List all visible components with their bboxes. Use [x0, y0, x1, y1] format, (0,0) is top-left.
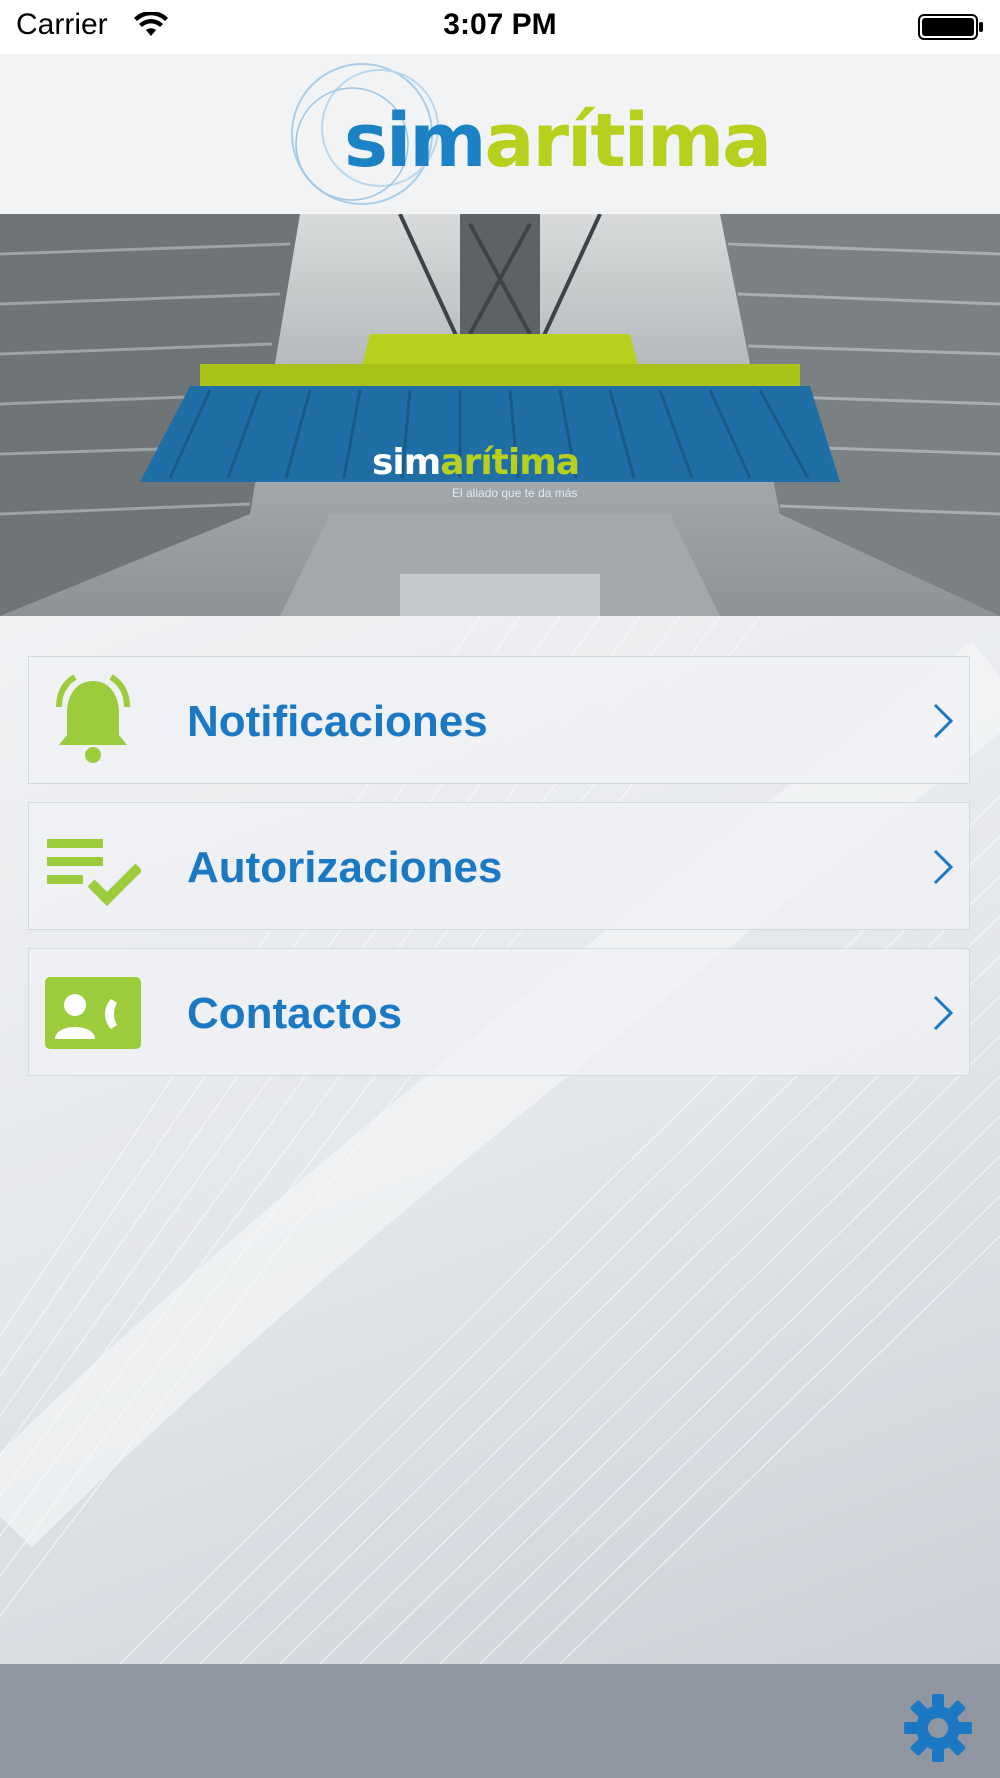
logo-wordmark: simarítima	[344, 98, 772, 184]
menu-item-contactos[interactable]: Contactos	[28, 948, 970, 1076]
hero-image: simarítima El aliado que te da más	[0, 214, 1000, 616]
status-bar: Carrier 3:07 PM	[0, 0, 1000, 54]
chevron-right-icon	[933, 703, 954, 739]
battery-icon	[918, 14, 983, 40]
checklist-icon	[47, 839, 141, 907]
chevron-right-icon	[933, 995, 954, 1031]
menu-item-label: Contactos	[187, 989, 403, 1038]
chevron-right-icon	[933, 849, 954, 885]
app-header: simarítima	[0, 54, 1000, 214]
menu-item-autorizaciones[interactable]: Autorizaciones	[28, 802, 970, 930]
contact-card-icon	[45, 977, 141, 1049]
menu-item-label: Autorizaciones	[187, 843, 503, 892]
port-crane-illustration	[0, 214, 1000, 616]
bell-icon	[56, 674, 130, 763]
main-menu: Notificaciones Autorizaciones Contactos	[0, 616, 1000, 1664]
menu-item-label: Notificaciones	[187, 697, 488, 746]
brand-logo: simarítima	[290, 58, 772, 214]
clock: 3:07 PM	[443, 8, 557, 41]
gear-icon[interactable]	[902, 1692, 974, 1764]
menu-item-notificaciones[interactable]: Notificaciones	[28, 656, 970, 784]
bottom-toolbar	[0, 1664, 1000, 1778]
container-tagline: El aliado que te da más	[452, 486, 578, 500]
container-logo: simarítima	[372, 442, 580, 483]
